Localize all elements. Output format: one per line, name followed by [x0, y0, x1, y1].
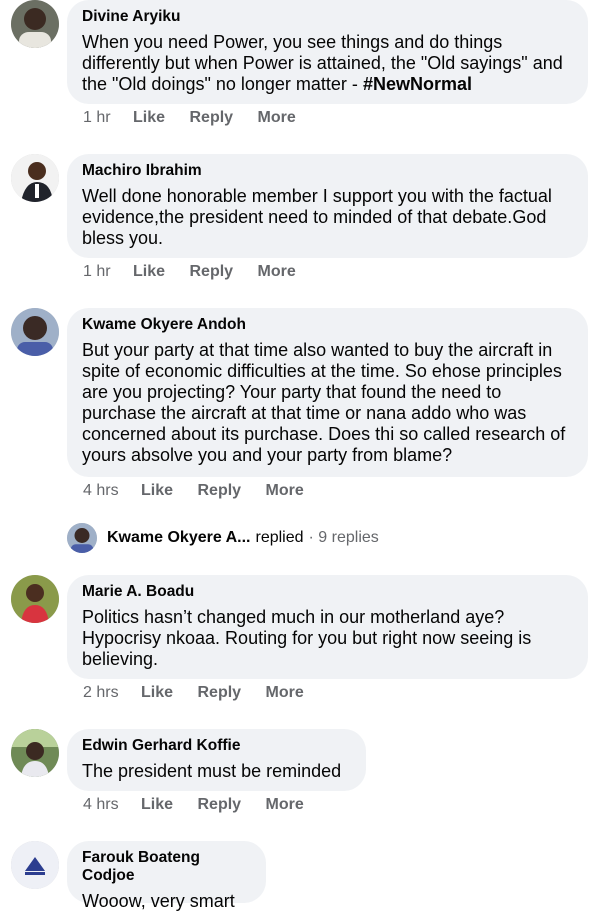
reply-button[interactable]: Reply — [198, 684, 242, 701]
comment-actions: 4 hrs Like Reply More — [83, 482, 324, 500]
comment-actions: 2 hrs Like Reply More — [83, 684, 324, 702]
view-replies-link[interactable]: Kwame Okyere A... replied · 9 replies — [67, 522, 379, 554]
reply-button[interactable]: Reply — [190, 109, 234, 126]
avatar[interactable] — [11, 0, 59, 48]
comment-text: Wooow, very smart — [82, 891, 235, 911]
comment-bubble: Farouk Boateng Codjoe Wooow, very smart — [67, 841, 266, 911]
reply-author[interactable]: Kwame Okyere A... — [107, 529, 250, 547]
comment-time[interactable]: 1 hr — [83, 263, 111, 280]
comment-time[interactable]: 1 hr — [83, 109, 111, 126]
avatar[interactable] — [11, 841, 59, 889]
comment-time[interactable]: 4 hrs — [83, 482, 119, 499]
reply-button[interactable]: Reply — [198, 796, 242, 813]
reply-count[interactable]: · 9 replies — [309, 529, 379, 547]
reply-avatar — [67, 523, 97, 553]
more-button[interactable]: More — [266, 684, 304, 701]
avatar[interactable] — [11, 308, 59, 356]
avatar[interactable] — [11, 154, 59, 202]
reply-verb: replied — [255, 529, 304, 546]
comment-text: Politics hasn’t changed much in our moth… — [82, 607, 532, 669]
hashtag-link[interactable]: #NewNormal — [363, 74, 472, 94]
comment-time[interactable]: 4 hrs — [83, 796, 119, 813]
comment-bubble: Machiro Ibrahim Well done honorable memb… — [67, 154, 588, 258]
comment-text-body: When you need Power, you see things and … — [82, 32, 563, 94]
like-button[interactable]: Like — [133, 109, 165, 126]
comment-text: But your party at that time also wanted … — [82, 340, 566, 465]
reply-button[interactable]: Reply — [190, 263, 234, 280]
comment-bubble: Divine Aryiku When you need Power, you s… — [67, 0, 588, 104]
comment-actions: 4 hrs Like Reply More — [83, 796, 324, 814]
like-button[interactable]: Like — [133, 263, 165, 280]
comment-bubble: Marie A. Boadu Politics hasn’t changed m… — [67, 575, 588, 679]
comment-bubble: Edwin Gerhard Koffie The president must … — [67, 729, 366, 791]
comment-text: When you need Power, you see things and … — [82, 32, 573, 95]
comment-text: Well done honorable member I support you… — [82, 186, 552, 248]
comment-author[interactable]: Farouk Boateng Codjoe — [82, 849, 251, 885]
avatar[interactable] — [11, 575, 59, 623]
comment-time[interactable]: 2 hrs — [83, 684, 119, 701]
comment-author[interactable]: Edwin Gerhard Koffie — [82, 737, 351, 755]
comment-author[interactable]: Machiro Ibrahim — [82, 162, 573, 180]
more-button[interactable]: More — [266, 482, 304, 499]
like-button[interactable]: Like — [141, 796, 173, 813]
avatar[interactable] — [11, 729, 59, 777]
comment-author[interactable]: Marie A. Boadu — [82, 583, 573, 601]
more-button[interactable]: More — [258, 263, 296, 280]
comment-bubble: Kwame Okyere Andoh But your party at tha… — [67, 308, 588, 477]
comment-actions: 1 hr Like Reply More — [83, 109, 316, 127]
reply-button[interactable]: Reply — [198, 482, 242, 499]
like-button[interactable]: Like — [141, 482, 173, 499]
comment-author[interactable]: Kwame Okyere Andoh — [82, 316, 573, 334]
comment-actions: 1 hr Like Reply More — [83, 263, 316, 281]
comment-text: The president must be reminded — [82, 761, 342, 781]
comment-author[interactable]: Divine Aryiku — [82, 8, 573, 26]
more-button[interactable]: More — [266, 796, 304, 813]
more-button[interactable]: More — [258, 109, 296, 126]
like-button[interactable]: Like — [141, 684, 173, 701]
